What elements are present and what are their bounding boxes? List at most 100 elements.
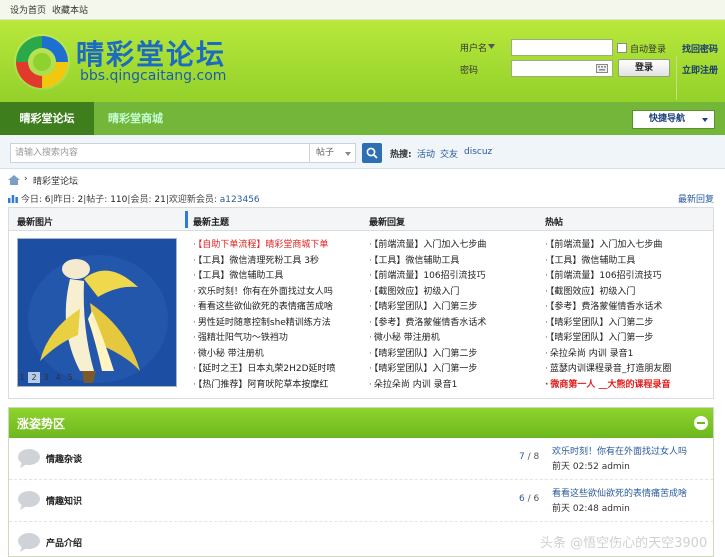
list-item[interactable]: 朵拉朵尚 内训 录音1 xyxy=(545,347,709,363)
forum-last-user[interactable]: admin xyxy=(602,462,630,472)
list-item[interactable]: 【前端流量】入门加入七步曲 xyxy=(545,238,709,254)
latest-reply-link[interactable]: 最新回复 xyxy=(678,192,714,205)
yesterday-label: 昨日: xyxy=(53,195,75,205)
welcome-label: 欢迎新会员: xyxy=(168,195,217,205)
search-icon xyxy=(366,147,378,159)
list-item[interactable]: 微小秘 带注册机 xyxy=(369,331,537,347)
list-item[interactable]: 看看这些欲仙欲死的表情痛苦成啥 xyxy=(193,300,353,316)
list-item[interactable]: 【工具】微信辅助工具 xyxy=(369,254,537,270)
pager-page[interactable]: 4 xyxy=(52,372,64,383)
pager-page[interactable]: 3 xyxy=(40,372,52,383)
chevron-down-icon xyxy=(702,118,708,122)
header: 晴彩堂论坛 bbs.qingcaitang.com 用户名 自动登录 找回密码 … xyxy=(0,20,725,102)
list-item[interactable]: 【截图效应】初级入门 xyxy=(545,285,709,301)
list-item[interactable]: 【前端流量】106招引流技巧 xyxy=(369,269,537,285)
forum-post-count: 8 xyxy=(533,452,540,462)
list-item[interactable]: 【前端流量】106招引流技巧 xyxy=(545,269,709,285)
list-item[interactable]: 【参考】费洛蒙催情香水话术 xyxy=(369,316,537,332)
search-input[interactable]: 请输入搜索内容 xyxy=(10,143,310,163)
posts-count: 110 xyxy=(110,195,128,205)
forum-row[interactable]: 情趣知识 6 / 6 看看这些欲仙欲死的表情痛苦成啥 前天 02:48 admi… xyxy=(9,480,713,522)
login-button[interactable]: 登录 xyxy=(618,59,670,77)
forum-count: 7 / 8 xyxy=(519,452,540,462)
main-nav: 晴彩堂论坛 晴彩堂商城 快捷导航 xyxy=(0,102,725,135)
logo-url: bbs.qingcaitang.com xyxy=(80,68,227,84)
featured-image[interactable] xyxy=(17,238,177,387)
logo-title[interactable]: 晴彩堂论坛 xyxy=(76,33,226,73)
featured-panel-header: 最新图片 最新主题 最新回复 热帖 xyxy=(9,208,713,231)
list-item[interactable]: 男性延时随意控制she精训练方法 xyxy=(193,316,353,332)
new-member-link[interactable]: a123456 xyxy=(220,195,260,205)
list-item[interactable]: 【工具】微信清理死粉工具 3秒 xyxy=(193,254,353,270)
list-item[interactable]: 【参考】费洛蒙催情香水话术 xyxy=(545,300,709,316)
list-item[interactable]: 【热门推荐】阿育吠陀草本按摩红 xyxy=(193,378,353,394)
bookmark-link[interactable]: 收藏本站 xyxy=(52,3,88,16)
home-icon[interactable] xyxy=(8,175,20,185)
list-item[interactable]: 【工具】微信辅助工具 xyxy=(193,269,353,285)
chevron-down-icon[interactable] xyxy=(488,44,495,49)
list-item[interactable]: 欢乐时刻！你有在外面找过女人吗 xyxy=(193,285,353,301)
forgot-password-link[interactable]: 找回密码 xyxy=(682,42,718,55)
quick-nav-button[interactable]: 快捷导航 xyxy=(632,110,715,129)
list-item[interactable]: 微小秘 带注册机 xyxy=(193,347,353,363)
forum-last-user[interactable]: admin xyxy=(602,504,630,514)
section-title[interactable]: 涨姿势区 xyxy=(17,415,65,432)
latest-images-title: 最新图片 xyxy=(17,218,54,228)
forum-last-time: 前天 02:48 xyxy=(552,504,599,514)
auto-login-checkbox[interactable] xyxy=(617,43,627,53)
featured-panel: 最新图片 最新主题 最新回复 热帖 【自助下单流程】晴彩堂商城下单 【工具】微信… xyxy=(8,207,714,399)
forum-last-post[interactable]: 看看这些欲仙欲死的表情痛苦成啥 xyxy=(552,486,702,499)
hot-search-label: 热搜: xyxy=(390,150,412,160)
list-item[interactable]: 【延时之王】日本丸荣2H2D延时喷 xyxy=(193,362,353,378)
list-item[interactable]: 朵拉朵尚 内训 录音1 xyxy=(369,378,537,394)
hot-search-term[interactable]: 交友 xyxy=(440,147,458,160)
collapse-icon[interactable] xyxy=(694,416,708,430)
forum-bubble-icon xyxy=(18,449,40,468)
forum-last-post[interactable]: 欢乐时刻！你有在外面找过女人吗 xyxy=(552,444,702,457)
username-field[interactable] xyxy=(511,39,613,56)
list-item[interactable]: 微商第一人 __大熊的课程录音 xyxy=(545,378,709,394)
keyboard-icon[interactable] xyxy=(596,64,608,73)
forum-name[interactable]: 情趣杂谈 xyxy=(46,452,82,465)
list-item[interactable]: 【晴彩堂团队】入门第一步 xyxy=(369,362,537,378)
search-type-select[interactable]: 帖子 xyxy=(310,143,356,163)
forum-row[interactable]: 情趣杂谈 7 / 8 欢乐时刻！你有在外面找过女人吗 前天 02:52 admi… xyxy=(9,438,713,480)
watermark: 头条 @悟空伤心的天空3900 xyxy=(540,536,708,551)
nav-item-forum[interactable]: 晴彩堂论坛 xyxy=(0,102,94,135)
logo-swirl-icon xyxy=(14,34,70,90)
latest-replies-title: 最新回复 xyxy=(369,218,406,228)
forum-name[interactable]: 情趣知识 xyxy=(46,494,82,507)
forum-last-meta: 前天 02:48 admin xyxy=(552,501,630,514)
breadcrumb-forum[interactable]: 晴彩堂论坛 xyxy=(33,174,78,188)
members-count: 21 xyxy=(154,195,166,205)
top-bar: 设为首页 收藏本站 xyxy=(0,0,725,20)
forum-post-count: 6 xyxy=(533,494,540,504)
list-item[interactable]: 【晴彩堂团队】入门第二步 xyxy=(545,316,709,332)
hot-search-term[interactable]: discuz xyxy=(464,147,492,157)
search-button[interactable] xyxy=(362,143,382,163)
pager-page[interactable]: 5 xyxy=(64,372,76,383)
list-item[interactable]: 【工具】微信辅助工具 xyxy=(545,254,709,270)
list-item[interactable]: 【前端流量】入门加入七步曲 xyxy=(369,238,537,254)
list-item[interactable]: 【自助下单流程】晴彩堂商城下单 xyxy=(193,238,353,254)
list-item[interactable]: 强精壮阳气功～铁裆功 xyxy=(193,331,353,347)
image-pager: 12345 xyxy=(16,372,76,383)
pager-page[interactable]: 1 xyxy=(16,372,28,383)
set-home-link[interactable]: 设为首页 xyxy=(10,3,46,16)
register-link[interactable]: 立即注册 xyxy=(682,63,718,76)
password-field[interactable] xyxy=(511,60,613,77)
auto-login-label: 自动登录 xyxy=(630,45,667,55)
list-item[interactable]: 【晴彩堂团队】入门第一步 xyxy=(545,331,709,347)
pager-page[interactable]: 2 xyxy=(28,372,40,383)
nav-item-shop[interactable]: 晴彩堂商城 xyxy=(108,102,163,135)
hot-search-term[interactable]: 活动 xyxy=(417,147,435,160)
forum-last-meta: 前天 02:52 admin xyxy=(552,459,630,472)
username-label: 用户名 xyxy=(460,44,488,54)
list-item[interactable]: 【晴彩堂团队】入门第三步 xyxy=(369,300,537,316)
login-divider xyxy=(676,56,677,100)
forum-name[interactable]: 产品介绍 xyxy=(46,536,82,549)
password-label: 密码 xyxy=(460,66,479,76)
list-item[interactable]: 【晴彩堂团队】入门第二步 xyxy=(369,347,537,363)
list-item[interactable]: 蓝瑟内训课程录音_打造朋友圈 xyxy=(545,362,709,378)
list-item[interactable]: 【截图效应】初级入门 xyxy=(369,285,537,301)
